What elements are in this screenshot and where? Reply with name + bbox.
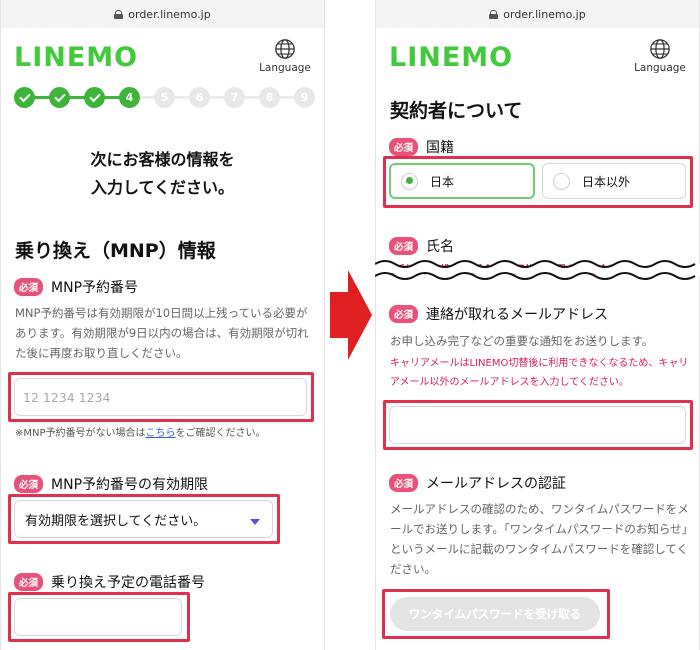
step-4-current: 4 bbox=[119, 87, 140, 108]
lock-icon bbox=[489, 9, 499, 19]
address-bar[interactable]: order.linemo.jp bbox=[376, 0, 699, 28]
nationality-label: 必須 国籍 bbox=[389, 137, 454, 157]
email-input[interactable] bbox=[389, 406, 686, 444]
expiry-select[interactable]: 有効期限を選択してください。 bbox=[14, 500, 273, 538]
email-description: お申し込み完了などの重要な通知をお送りします。 bbox=[390, 334, 654, 348]
receive-otp-button[interactable]: ワンタイムパスワードを受け取る bbox=[390, 597, 600, 631]
required-badge: 必須 bbox=[14, 475, 44, 493]
check-icon bbox=[53, 90, 66, 102]
step-8: 8 bbox=[259, 87, 280, 108]
here-link[interactable]: こちら bbox=[146, 428, 176, 439]
expiry-label: 必須 MNP予約番号の有効期限 bbox=[14, 474, 208, 494]
mnp-number-label: 必須 MNP予約番号 bbox=[14, 277, 138, 297]
required-badge: 必須 bbox=[389, 305, 419, 323]
language-label: Language bbox=[259, 62, 311, 74]
email-label: 必須 連絡が取れるメールアドレス bbox=[389, 304, 608, 324]
step-7: 7 bbox=[224, 87, 245, 108]
radio-unselected-icon bbox=[553, 172, 570, 190]
phone-screen-left: order.linemo.jp LINEMO Language 4 5 6 7 … bbox=[0, 0, 325, 650]
nationality-option-japan[interactable]: 日本 bbox=[389, 163, 535, 199]
arrow-right-icon bbox=[330, 270, 372, 360]
address-bar[interactable]: order.linemo.jp bbox=[1, 0, 324, 28]
required-badge: 必須 bbox=[14, 573, 44, 591]
url-text: order.linemo.jp bbox=[128, 7, 211, 21]
language-button[interactable]: Language bbox=[633, 38, 687, 74]
mnp-description: MNP予約番号は有効期限が10日間以上残っている必要があります。有効期限が9日以… bbox=[15, 306, 309, 360]
required-badge: 必須 bbox=[389, 237, 419, 255]
language-button[interactable]: Language bbox=[258, 38, 312, 74]
email-warning: キャリアメールはLINEMO切替後に利用できなくなるため、キャリアメール以外のメ… bbox=[390, 358, 689, 388]
phone-number-input[interactable] bbox=[14, 598, 182, 636]
progress-stepper: 4 5 6 7 8 9 bbox=[14, 87, 315, 109]
name-label: 必須 氏名 bbox=[389, 236, 454, 256]
intro-text: 次にお客様の情報を 入力してください。 bbox=[90, 150, 235, 197]
check-icon bbox=[88, 90, 101, 102]
step-6: 6 bbox=[189, 87, 210, 108]
check-icon bbox=[18, 90, 31, 102]
verify-description: メールアドレスの確認のため、ワンタイムパスワードをメールでお送りします。「ワンタ… bbox=[390, 502, 689, 576]
linemo-logo[interactable]: LINEMO bbox=[14, 42, 138, 73]
required-badge: 必須 bbox=[14, 278, 44, 296]
step-9: 9 bbox=[294, 87, 315, 108]
lock-icon bbox=[114, 9, 124, 19]
globe-icon bbox=[275, 39, 295, 59]
verify-label: 必須 メールアドレスの認証 bbox=[389, 473, 566, 493]
required-badge: 必須 bbox=[389, 474, 419, 492]
section-title-mnp: 乗り換え（MNP）情報 bbox=[15, 240, 216, 262]
step-2-done bbox=[49, 87, 70, 108]
required-badge: 必須 bbox=[389, 138, 419, 156]
header: LINEMO Language bbox=[1, 28, 324, 84]
url-text: order.linemo.jp bbox=[503, 7, 586, 21]
mnp-note: ※MNP予約番号がない場合はこちらをご確認ください。 bbox=[15, 428, 266, 439]
globe-icon bbox=[650, 39, 670, 59]
phone-screen-right: order.linemo.jp LINEMO Language 契約者について … bbox=[375, 0, 700, 650]
step-1-done bbox=[14, 87, 35, 108]
language-label: Language bbox=[634, 62, 686, 74]
phone-number-label: 必須 乗り換え予定の電話番号 bbox=[14, 572, 205, 592]
nationality-option-other[interactable]: 日本以外 bbox=[542, 163, 686, 199]
step-3-done bbox=[84, 87, 105, 108]
header: LINEMO Language bbox=[376, 28, 699, 84]
step-5: 5 bbox=[154, 87, 175, 108]
linemo-logo[interactable]: LINEMO bbox=[389, 42, 513, 73]
radio-selected-icon bbox=[401, 172, 418, 190]
torn-edge-divider bbox=[375, 260, 700, 280]
dropdown-arrow-icon bbox=[250, 519, 260, 525]
section-title-contractor: 契約者について bbox=[390, 100, 523, 122]
mnp-number-input[interactable]: 12 1234 1234 bbox=[14, 378, 307, 416]
